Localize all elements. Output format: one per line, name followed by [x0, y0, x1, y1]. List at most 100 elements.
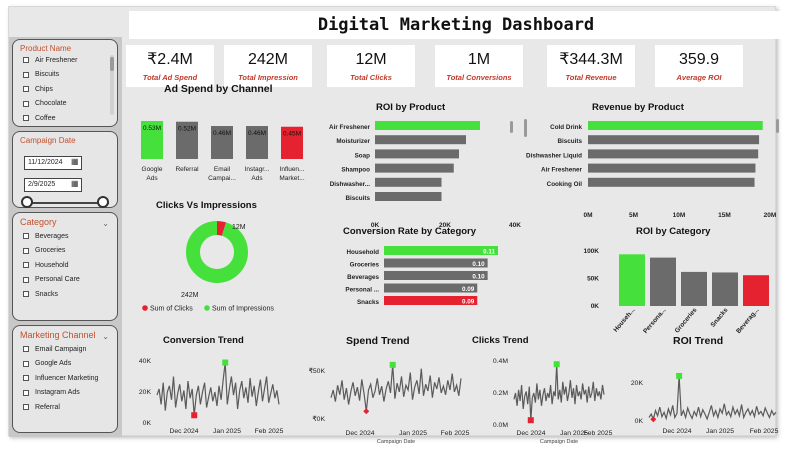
roi-trend-y-tick: 0K — [635, 418, 644, 425]
clicks-trend-line[interactable] — [513, 364, 605, 421]
revenue-product-scrollbar-left[interactable] — [524, 119, 527, 137]
clicks-trend-chart: 0.4M0.2M0.0MDec 2024 Jan 2025Feb 2025Camp… — [493, 358, 613, 445]
revenue-product-bar[interactable] — [588, 177, 755, 187]
roi-product-bar[interactable] — [375, 135, 466, 145]
checkbox-icon[interactable] — [23, 404, 29, 411]
spend-trend-x-tick: Dec 2024 — [345, 430, 374, 437]
product-option-air-freshener[interactable]: Air Freshener — [13, 53, 117, 68]
ad-spend-chart: 0.53M Google Ads 0.52M Referral 0.46M Email Cam… — [141, 121, 305, 182]
chevron-down-icon[interactable]: ⌄ — [102, 219, 109, 228]
spend-trend-title: Spend Trend — [346, 335, 410, 347]
roi-product-bar[interactable] — [375, 192, 442, 201]
conversion-category-data-label: 0.10 — [472, 261, 485, 268]
category-option-personal-care[interactable]: Personal Care — [13, 273, 117, 288]
revenue-product-bar[interactable] — [588, 121, 763, 130]
roi-category-bar[interactable] — [681, 271, 707, 306]
conversion-category-chart: Household 0.11 Groceries 0.10 Beverages 0.10 P… — [345, 246, 498, 306]
product-option-chips[interactable]: Chips — [13, 82, 117, 97]
checkbox-icon[interactable] — [23, 247, 29, 254]
campaign-date-title: Campaign Date — [20, 136, 76, 145]
clicks-trend-x-axis-title: Campaign Date — [540, 439, 578, 445]
checkbox-icon[interactable] — [23, 86, 29, 93]
roi-trend-line[interactable] — [648, 375, 777, 422]
sidebar: Product Name Air Freshener Biscuits Chips C… — [9, 37, 122, 437]
category-option-beverages[interactable]: Beverages — [13, 229, 117, 244]
revenue-product-chart-title: Revenue by Product — [592, 102, 684, 113]
kpi-label: Total Ad Spend — [142, 73, 198, 82]
revenue-product-bar[interactable] — [588, 135, 760, 145]
spend-trend-x-tick: Jan 2025 — [399, 430, 427, 437]
checkbox-icon[interactable] — [23, 262, 29, 269]
revenue-product-bar[interactable] — [588, 163, 756, 173]
clicks-trend-y-tick: 0.2M — [493, 390, 508, 397]
roi-category-y-tick: 100K — [583, 248, 599, 255]
checkbox-icon[interactable] — [23, 233, 29, 240]
conversion-trend-line[interactable] — [156, 362, 280, 416]
roi-category-chart: 100K 50K 0K Househ... Persona... Groceries Sna… — [583, 248, 769, 335]
category-option-household[interactable]: Household — [13, 258, 117, 273]
channel-option-email-campaign[interactable]: Email Campaign — [13, 342, 117, 357]
ad-spend-data-label: 0.45M — [283, 131, 301, 138]
checkbox-icon[interactable] — [23, 100, 29, 107]
checkbox-icon[interactable] — [23, 346, 29, 353]
conversion-category-chart-title: Conversion Rate by Category — [343, 226, 477, 237]
ad-spend-data-label: 0.46M — [248, 130, 266, 137]
start-calendar-icon[interactable]: ▦ — [71, 157, 79, 166]
checkbox-icon[interactable] — [23, 115, 29, 122]
product-option-chocolate[interactable]: Chocolate — [13, 97, 117, 112]
conversion-trend-min-marker — [191, 412, 198, 419]
kpi-card-average-roi: 359.9 Average ROI — [655, 45, 743, 87]
end-calendar-icon[interactable]: ▦ — [71, 179, 79, 188]
kpi-card-total-conversions: 1M Total Conversions — [435, 45, 523, 87]
kpi-value: 1M — [467, 51, 491, 68]
conversion-category-bar[interactable] — [384, 246, 498, 255]
revenue-product-scrollbar-right[interactable] — [776, 119, 779, 133]
conversion-trend-x-tick: Jan 2025 — [213, 428, 241, 435]
ad-spend-category-label: Ads — [146, 175, 158, 182]
slicer-item-label: Biscuits — [35, 71, 60, 79]
conversion-trend-chart: 40K 20K 0K Dec 2024 Jan 2025 Feb 2025 — [139, 358, 284, 435]
date-range-start-handle[interactable] — [21, 196, 33, 208]
checkbox-icon[interactable] — [23, 71, 29, 78]
roi-category-label: Groceries — [674, 306, 699, 334]
checkbox-icon[interactable] — [23, 276, 29, 283]
donut-slice-sum-of-impressions[interactable] — [186, 221, 248, 283]
channel-option-instagram-ads[interactable]: Instagram Ads — [13, 386, 117, 401]
checkbox-icon[interactable] — [23, 57, 29, 64]
roi-product-chart-title: ROI by Product — [376, 102, 446, 113]
category-option-snacks[interactable]: Snacks — [13, 287, 117, 302]
revenue-product-bar[interactable] — [588, 149, 759, 159]
chevron-down-icon[interactable]: ⌄ — [102, 332, 109, 341]
checkbox-icon[interactable] — [23, 375, 29, 382]
roi-product-bar[interactable] — [375, 121, 480, 130]
channel-option-influencer-marketing[interactable]: Influencer Marketing — [13, 371, 117, 386]
conversion-category-category-label: Groceries — [350, 262, 380, 269]
product-option-coffee[interactable]: Coffee — [13, 111, 117, 126]
roi-category-y-tick: 0K — [591, 303, 600, 310]
revenue-product-x-tick: 15M — [718, 212, 731, 219]
roi-category-bar[interactable] — [650, 257, 676, 306]
roi-category-label: Persona... — [642, 307, 667, 335]
spend-trend-line[interactable] — [330, 364, 462, 412]
spend-trend-y-tick: ₹0K — [312, 415, 325, 423]
category-option-groceries[interactable]: Groceries — [13, 244, 117, 259]
kpi-value: 12M — [355, 51, 387, 68]
roi-category-bar[interactable] — [619, 254, 645, 306]
checkbox-icon[interactable] — [23, 360, 29, 367]
roi-product-bar[interactable] — [375, 149, 459, 159]
checkbox-icon[interactable] — [23, 389, 29, 396]
date-range-end-handle[interactable] — [97, 196, 109, 208]
roi-category-bar[interactable] — [712, 272, 738, 306]
checkbox-icon[interactable] — [23, 291, 29, 298]
roi-category-bar[interactable] — [743, 275, 769, 306]
product-option-biscuits[interactable]: Biscuits — [13, 68, 117, 83]
roi-product-bar[interactable] — [375, 177, 442, 187]
channel-option-google-ads[interactable]: Google Ads — [13, 357, 117, 372]
ad-spend-category-label: Ads — [251, 175, 263, 182]
product-slicer-scroll-thumb[interactable] — [110, 57, 114, 71]
channel-option-referral[interactable]: Referral — [13, 400, 117, 415]
clicks-trend-x-tick: Feb 2025 — [584, 430, 613, 437]
roi-product-bar[interactable] — [375, 163, 454, 173]
revenue-product-category-label: Biscuits — [558, 138, 583, 145]
kpi-value: 359.9 — [678, 51, 720, 68]
